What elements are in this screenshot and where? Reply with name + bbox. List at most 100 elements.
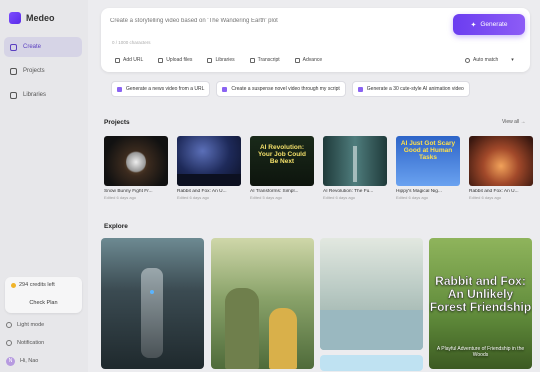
suggestion-chips: Generate a news video from a URL Create … — [111, 81, 470, 97]
sidebar-item-label: Create — [23, 44, 42, 50]
coin-icon — [11, 282, 16, 288]
project-card[interactable]: AI Just Got Scary Good at Human Tasks Hi… — [396, 136, 460, 200]
upload-files-button[interactable]: Upload files — [153, 54, 197, 66]
libraries-button[interactable]: Libraries — [202, 54, 239, 66]
project-date: Edited 6 days ago — [396, 195, 429, 200]
explore-card[interactable] — [320, 355, 423, 371]
project-title: Hippy's Magical Nig... — [396, 189, 442, 194]
sidebar-bottom: Light mode Notification N Hi, Nao — [6, 316, 82, 370]
auto-match-select[interactable]: Auto match ▾ — [465, 54, 514, 66]
credits-card: 294 credits left Check Plan — [5, 277, 82, 313]
advance-icon — [294, 57, 300, 63]
project-thumbnail — [177, 136, 241, 186]
pond — [320, 310, 423, 350]
sparkle-icon: ✦ — [470, 21, 477, 29]
robot-eye — [150, 290, 154, 294]
project-date: Edited 5 days ago — [250, 195, 283, 200]
explore-card[interactable] — [101, 238, 204, 369]
sparkle-icon — [357, 86, 363, 92]
transcript-button[interactable]: Transcript — [245, 54, 285, 66]
tool-label: Transcript — [257, 57, 280, 63]
advance-button[interactable]: Advance — [290, 54, 327, 66]
view-all-label: View all — [502, 119, 520, 125]
auto-match-icon — [465, 57, 470, 63]
project-date: Edited 6 days ago — [469, 195, 502, 200]
grandfather-figure — [225, 288, 259, 369]
sidebar-item-label: Libraries — [23, 92, 47, 98]
sidebar: Medeo Create Projects Libraries 294 cred… — [0, 0, 88, 372]
project-card[interactable]: Snow Bunny Fight Fr... Edited 6 days ago — [104, 136, 168, 200]
project-title: Snow Bunny Fight Fr... — [104, 189, 153, 194]
prompt-input[interactable] — [110, 14, 440, 28]
generate-button[interactable]: ✦ Generate — [453, 14, 525, 35]
avatar: N — [6, 356, 15, 366]
generate-label: Generate — [480, 21, 508, 28]
light-mode-toggle[interactable]: Light mode — [6, 316, 82, 334]
child-figure — [269, 308, 297, 369]
credits-text: 294 credits left — [19, 282, 55, 288]
project-title: Rabbit and Fox: An U... — [469, 189, 519, 194]
sidebar-item-create[interactable]: Create — [4, 37, 82, 57]
explore-card-title: Rabbit and Fox: An Unlikely Forest Frien… — [429, 274, 532, 314]
project-thumbnail — [323, 136, 387, 186]
transcript-icon — [249, 57, 255, 63]
brand[interactable]: Medeo — [9, 12, 55, 24]
project-thumbnail: AI Just Got Scary Good at Human Tasks — [396, 136, 460, 186]
project-card[interactable]: Rabbit and Fox: An U... Edited 6 days ag… — [177, 136, 241, 200]
projects-icon — [10, 67, 17, 75]
project-date: Edited 6 days ago — [104, 195, 137, 200]
sidebar-item-projects[interactable]: Projects — [4, 61, 82, 81]
notification-button[interactable]: Notification — [6, 334, 82, 352]
project-card[interactable]: AI Revolution: The Fu... Edited 6 days a… — [323, 136, 387, 200]
chip-label: Create a suspense novel video through my… — [231, 86, 340, 92]
chip-label: Generate a 30 cute-style AI animation vi… — [366, 86, 464, 92]
tool-label: Add URL — [123, 57, 144, 63]
create-icon — [10, 43, 17, 51]
explore-card[interactable]: Rabbit and Fox: An Unlikely Forest Frien… — [429, 238, 532, 369]
project-card[interactable]: Rabbit and Fox: An U... Edited 6 days ag… — [469, 136, 533, 200]
check-plan-button[interactable]: Check Plan — [8, 296, 79, 309]
project-date: Edited 6 days ago — [177, 195, 210, 200]
news-icon — [117, 86, 122, 92]
project-title: AI Transforms: Simpl... — [250, 189, 299, 194]
explore-card[interactable] — [211, 238, 314, 369]
project-title: Rabbit and Fox: An U... — [177, 189, 227, 194]
projects-heading: Projects — [104, 119, 130, 126]
sun-icon — [6, 322, 12, 328]
link-icon — [115, 57, 120, 63]
sidebar-nav: Create Projects Libraries — [4, 37, 82, 109]
bell-icon — [6, 340, 12, 346]
chevron-down-icon: ▾ — [511, 57, 514, 63]
suggestion-chip[interactable]: Generate a 30 cute-style AI animation vi… — [351, 81, 470, 97]
user-menu[interactable]: N Hi, Nao — [6, 352, 82, 370]
thumbnail-caption: AI Just Got Scary Good at Human Tasks — [400, 140, 456, 161]
project-card[interactable]: AI Revolution: Your Job Could Be Next AI… — [250, 136, 314, 200]
add-url-button[interactable]: Add URL — [110, 54, 148, 66]
robot-illustration — [141, 268, 163, 358]
view-all-link[interactable]: View all → — [502, 119, 526, 125]
project-thumbnail — [469, 136, 533, 186]
suggestion-chip[interactable]: Generate a news video from a URL — [111, 81, 211, 97]
sidebar-item-libraries[interactable]: Libraries — [4, 85, 82, 105]
project-thumbnail — [104, 136, 168, 186]
light-mode-label: Light mode — [17, 322, 45, 328]
logo-icon — [9, 12, 21, 24]
tool-label: Advance — [302, 57, 323, 63]
project-thumbnail: AI Revolution: Your Job Could Be Next — [250, 136, 314, 186]
tool-label: Upload files — [166, 57, 193, 63]
credits-info: 294 credits left — [11, 282, 55, 288]
explore-card-subtitle: A Playful Adventure of Friendship in the… — [436, 346, 525, 358]
explore-card[interactable] — [320, 238, 423, 350]
prompt-card: 0 / 1000 characters ✦ Generate Add URL U… — [101, 8, 530, 72]
upload-icon — [158, 57, 164, 63]
prompt-toolbar: Add URL Upload files Libraries Transcrip… — [110, 54, 327, 66]
project-title: AI Revolution: The Fu... — [323, 189, 374, 194]
auto-match-label: Auto match — [473, 57, 499, 63]
notification-label: Notification — [17, 340, 45, 346]
tool-label: Libraries — [215, 57, 235, 63]
script-icon — [222, 86, 228, 92]
project-date: Edited 6 days ago — [323, 195, 356, 200]
project-list: Snow Bunny Fight Fr... Edited 6 days ago… — [104, 136, 533, 200]
suggestion-chip[interactable]: Create a suspense novel video through my… — [216, 81, 346, 97]
libraries-icon — [10, 91, 17, 99]
